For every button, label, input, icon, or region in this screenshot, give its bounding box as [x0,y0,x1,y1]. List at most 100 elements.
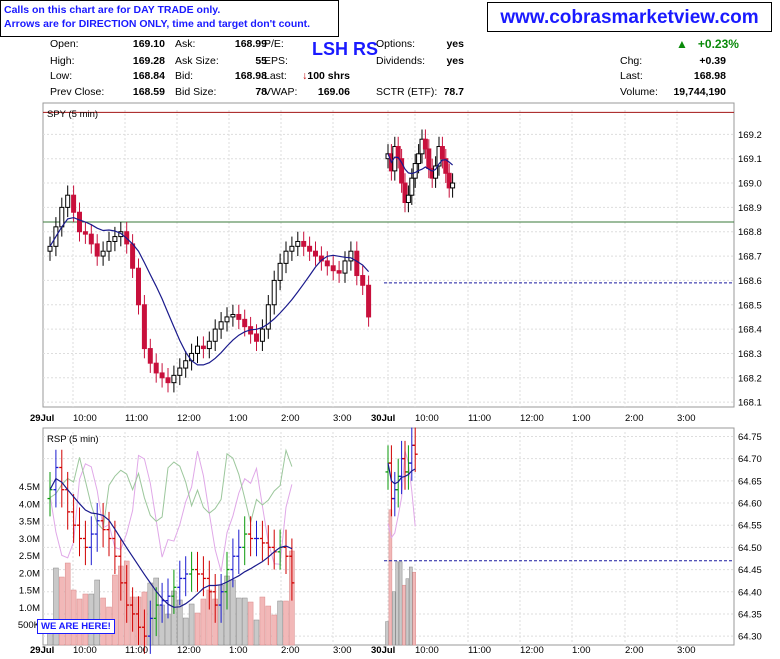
quote-value-col3-2: ↓100 shrs [302,70,350,82]
rsp-x-axis: 29Jul 10:00 11:00 12:00 1:00 2:00 3:00 30Jul 10:… [30,645,696,656]
volume-tick: 1.0M [19,603,40,614]
volume-bar [265,605,272,646]
rsp-volume-axis: 4.5M4.0M3.5M3.0M2.5M2.0M1.5M1.0M500K [18,482,41,631]
volume-bar [395,561,399,646]
spy-candle [254,333,259,342]
site-banner[interactable]: www.cobrasmarketview.com [487,2,772,32]
rsp-y-tick: 64.65 [738,476,762,487]
spy-candle [348,250,354,262]
spy-candle [422,138,428,150]
volume-tick: 4.0M [19,499,40,510]
spy-candle [100,250,106,257]
quote-label-col4-0: Options: [376,38,416,50]
spy-candle [136,267,141,306]
x-tick: 12:00 [177,413,201,424]
spy-candle [324,260,330,267]
rsp-y-tick: 64.70 [738,454,762,465]
spy-candle [354,250,360,277]
x-tick: 12:00 [520,413,544,424]
volume-bar [59,576,65,646]
volume-tick: 1.5M [19,586,40,597]
volume-bar [253,619,260,646]
volume-tick: 3.0M [19,534,40,545]
spy-y-tick: 169.0 [738,179,762,190]
quote-label-col3-1: EPS: [264,55,288,67]
disclaimer-box: Calls on this chart are for DAY TRADE on… [0,0,339,37]
spy-candle [426,148,432,169]
volume-bar [188,603,195,646]
quote-label-col4-1: Dividends: [376,55,426,67]
spy-candle [141,304,147,350]
quote-value-col1-2: 168.84 [132,70,165,82]
quote-value-col4-1: yes [446,55,464,67]
spy-y-tick: 168.6 [738,276,762,287]
spy-candle [271,279,277,306]
spy-y-tick: 168.3 [738,349,762,360]
spy-candle [289,245,295,252]
volume-bar [241,597,248,646]
x-tick: 3:00 [333,645,352,656]
spy-y-tick: 168.1 [738,398,762,409]
rsp-y-tick: 64.55 [738,521,762,532]
spy-candle [77,211,82,233]
quote-label-col2-3: Bid Size: [175,86,217,98]
change-percent: ▲ +0.23% [676,37,739,51]
quote-value-col5-2: 168.98 [693,70,726,82]
rsp-y-tick: 64.40 [738,587,762,598]
quote-value-col4-3: 78.7 [443,86,464,98]
x-tick: 10:00 [73,413,97,424]
spy-candle [439,146,445,160]
x-tick: 2:00 [281,413,300,424]
quote-label-col3-3: VWAP: [264,86,298,98]
spy-candle [230,313,236,318]
spy-candle [59,206,65,228]
volume-bar [182,617,189,646]
x-tick: 3:00 [333,413,352,424]
volume-bar [385,621,389,646]
x-tick: 2:00 [625,645,644,656]
volume-bar [200,598,207,646]
quote-value-col1-0: 169.10 [132,38,165,50]
x-tick: 10:00 [73,645,97,656]
x-tick: 30Jul [371,645,395,656]
quote-label-col2-0: Ask: [175,38,196,50]
spy-candle [330,265,336,272]
rsp-y-tick: 64.35 [738,609,762,620]
volume-tick: 4.5M [19,482,40,493]
spy-candle [71,194,77,213]
volume-bar [271,614,277,646]
spy-candle [47,245,53,252]
spy-candle [218,321,224,330]
spy-candle [405,194,411,204]
quote-value-col2-2: 168.98 [234,70,267,82]
x-tick: 2:00 [281,645,300,656]
we-are-here-label: WE ARE HERE! [37,619,115,634]
spy-candle [265,304,271,330]
quote-label-col3-0: P/E: [264,38,284,50]
spy-y-tick: 169.2 [738,130,762,141]
volume-bar [94,579,100,646]
volume-bar [70,589,77,646]
disclaimer-line-2: Arrows are for DIRECTION ONLY, time and … [4,18,311,30]
quote-value-col4-0: yes [446,38,464,50]
volume-bar [405,578,410,646]
spy-y-tick: 169.1 [738,154,762,165]
x-tick: 11:00 [125,413,148,424]
volume-bar [412,571,416,646]
spy-candle [206,340,212,350]
spy-candle [409,177,415,196]
volume-bar [409,566,413,646]
rsp-y-tick: 64.75 [738,432,762,443]
disclaimer-line-1: Calls on this chart are for DAY TRADE on… [4,4,221,16]
x-tick: 3:00 [677,413,696,424]
spy-candle [336,270,342,274]
spy-candle [94,243,100,257]
spy-candle [283,250,289,264]
spy-candle [106,240,112,252]
spy-title: SPY (5 min) [47,109,98,120]
x-tick: 12:00 [520,645,544,656]
spy-candle [112,236,118,242]
spy-candle [342,260,348,274]
spy-candle [224,316,230,323]
spy-candle [313,250,318,257]
